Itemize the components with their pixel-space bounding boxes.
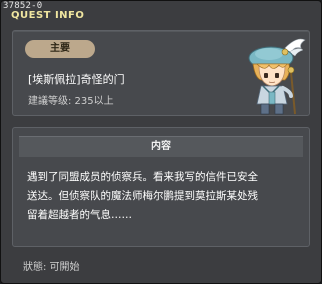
quest-status: 狀態: 可開始	[23, 262, 80, 273]
description-line: 留着超越者的气息……	[27, 209, 132, 221]
quest-content-panel: 内容 遇到了同盟成员的侦察兵。看来我写的信件已安全 送达。但侦察队的魔法师梅尔鹏…	[12, 127, 310, 247]
quest-info-window: 37852-0 QUEST INFO 主要 [埃斯佩拉]奇怪的门 建議等级: 2…	[0, 0, 322, 284]
description-line: 遇到了同盟成员的侦察兵。看来我写的信件已安全	[27, 171, 258, 183]
content-header: 内容	[19, 136, 303, 157]
quest-category-badge: 主要	[25, 40, 95, 58]
window-title: QUEST INFO	[11, 10, 85, 21]
level-requirement: 建議等级: 235以上	[28, 96, 114, 107]
description-line: 送达。但侦察队的魔法师梅尔鹏提到莫拉斯某处残	[27, 190, 258, 202]
quest-name: [埃斯佩拉]奇怪的门	[28, 73, 125, 86]
quest-header-panel: 主要 [埃斯佩拉]奇怪的门 建議等级: 235以上	[12, 30, 310, 116]
quest-description: 遇到了同盟成员的侦察兵。看来我写的信件已安全 送达。但侦察队的魔法师梅尔鹏提到莫…	[27, 168, 299, 225]
npc-portrait-icon	[248, 38, 306, 115]
